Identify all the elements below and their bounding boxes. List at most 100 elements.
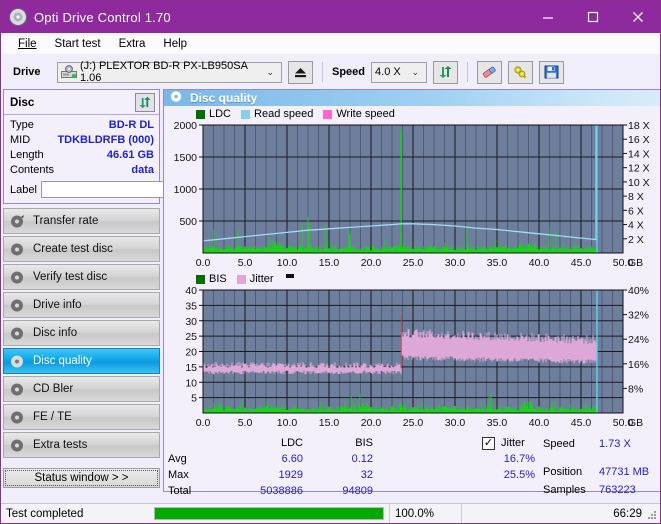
speed-select[interactable]: 4.0 X ⌄ [371,61,428,83]
progress-bar [149,504,389,524]
svg-text:30.0: 30.0 [445,257,466,269]
svg-text:15.0: 15.0 [319,257,340,269]
status-window-button[interactable]: Status window > > [3,468,160,488]
svg-text:20.0: 20.0 [361,257,382,269]
stats-row-total-ldc: 5038886 [260,485,303,497]
elapsed-time: 66:29 [461,503,660,523]
disc-label-row: Label [10,180,211,199]
stats-table: LDC BIS Avg 6.60 0.12 Max 1929 32 Total … [168,435,443,505]
disc-icon [170,90,183,106]
stats-header-row: LDC BIS [168,435,443,451]
svg-text:30: 30 [185,316,197,328]
tools-button[interactable] [508,60,534,84]
legend-item-jitter: Jitter [236,273,274,285]
speed-measure-label: Speed [543,438,575,450]
stats-col-ldc: LDC [280,437,303,449]
progress-percent: 100.0% [389,503,461,523]
sidebar-item-disc-quality[interactable]: Disc quality [3,348,160,374]
jitter-checkbox[interactable]: ✓ [482,436,495,450]
legend-label-read-speed: Read speed [254,108,314,120]
app-window: Opti Drive Control 1.70 File Start test … [0,0,661,524]
save-button[interactable] [539,60,565,84]
check-icon: ✓ [483,437,494,449]
svg-text:32%: 32% [628,310,649,322]
sidebar-item-fe-te[interactable]: FE / TE [3,404,160,430]
measurement-column: Speed 1.73 X Position 47731 MB Samples 7… [543,435,660,505]
menu-extra[interactable]: Extra [110,36,155,52]
disc-row-length-key: Length [10,149,44,161]
legend-item-write-speed: Write speed [323,108,395,120]
svg-text:10 X: 10 X [628,177,650,189]
refresh-button[interactable] [433,60,459,84]
sidebar-item-verify-test-disc[interactable]: Verify test disc [3,264,160,290]
sidebar-item-transfer-rate[interactable]: Transfer rate [3,208,160,234]
disc-icon [10,410,25,425]
jitter-toggle[interactable]: ✓ Jitter [443,435,543,451]
window-title: Opti Drive Control 1.70 [34,9,171,25]
menu-help[interactable]: Help [154,36,196,52]
position-label: Position [543,466,583,478]
drive-select[interactable]: (J:) PLEXTOR BD-R PX-LB950SA 1.06 ⌄ [57,60,282,84]
table-row: Max 1929 32 [168,467,443,483]
legend-swatch-ldc [196,109,205,119]
sidebar-item-cd-bler[interactable]: CD Bler [3,376,160,402]
menu-help-label: Help [163,37,188,50]
svg-text:40%: 40% [628,286,649,297]
svg-text:24%: 24% [628,334,649,346]
svg-text:500: 500 [179,216,197,228]
legend-item-bis: BIS [196,273,227,285]
disc-label-key: Label [10,183,37,196]
svg-text:45.0: 45.0 [571,257,592,269]
bis-jitter-chart: BIS Jitter 5 10 15 20 25 30 35 40 8% 16% 24% 32% 40%… [166,272,660,431]
nav-list: Transfer rate Create test disc Verify te… [3,208,160,458]
svg-text:8%: 8% [628,383,643,395]
erase-button[interactable] [477,60,503,84]
progress-fill [155,508,383,519]
legend-label-bis: BIS [209,273,227,285]
resize-grip-icon[interactable] [647,510,657,520]
close-button[interactable] [615,1,660,33]
sidebar-item-extra-tests[interactable]: Extra tests [3,432,160,458]
stats-row-max-ldc: 1929 [278,469,303,481]
disc-icon [10,298,25,313]
sidebar-item-drive-info[interactable]: Drive info [3,292,160,318]
sidebar-item-label: Extra tests [33,439,88,451]
menu-start-test-label: Start test [54,37,101,50]
svg-text:40: 40 [185,286,197,297]
svg-text:2 X: 2 X [628,234,644,246]
menu-file-label: File [18,37,37,50]
drive-select-value: (J:) PLEXTOR BD-R PX-LB950SA 1.06 [80,60,248,84]
svg-text:1000: 1000 [174,184,198,196]
disc-row-length: Length 46.61 GB [10,148,154,163]
sidebar-item-disc-info[interactable]: Disc info [3,320,160,346]
speed-label: Speed [332,66,366,78]
svg-text:30.0: 30.0 [445,417,466,429]
toolbar-separator-1 [322,62,323,82]
bis-jitter-chart-plot: 5 10 15 20 25 30 35 40 8% 16% 24% 32% 40% 0.0 5.0 10.0 1… [185,286,649,429]
svg-text:16%: 16% [628,359,649,371]
legend-label-jitter: Jitter [249,273,274,285]
disc-info-rows: Type BD-R DL MID TDKBLDRFB (000) Length … [4,115,211,203]
legend-item-read-speed: Read speed [241,108,313,120]
menu-file[interactable]: File [9,36,46,52]
samples-row: Samples 763223 [543,481,660,499]
disc-refresh-button[interactable] [135,93,155,112]
scale-marker-icon [285,274,294,278]
disc-row-mid-value: TDKBLDRFB (000) [57,134,154,146]
sidebar-item-create-test-disc[interactable]: Create test disc [3,236,160,262]
menu-start-test[interactable]: Start test [46,36,110,52]
minimize-button[interactable] [525,1,570,33]
legend-swatch-bis [196,274,205,284]
maximize-button[interactable] [570,1,615,33]
main-panel-header: Disc quality [164,90,660,106]
disc-row-type: Type BD-R DL [10,118,154,133]
drive-icon [61,65,77,79]
disc-row-type-key: Type [10,119,34,131]
sidebar-item-label: Create test disc [33,243,113,255]
disc-row-contents-value: data [131,164,154,176]
status-text: Test completed [6,507,84,520]
svg-text:1500: 1500 [174,152,198,164]
svg-text:6 X: 6 X [628,205,644,217]
menu-extra-label: Extra [118,37,146,50]
eject-button[interactable] [288,60,313,84]
